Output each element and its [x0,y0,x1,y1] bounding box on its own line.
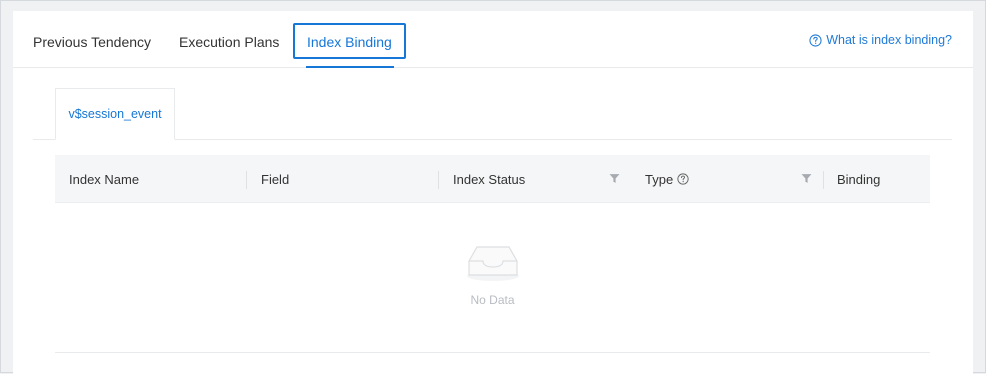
column-label: Index Status [453,171,526,187]
column-label: Field [261,171,290,187]
column-label: Binding [837,171,881,187]
column-header-type[interactable]: Type [631,155,824,203]
column-label: Type [645,171,674,187]
empty-inbox-icon [467,246,519,281]
empty-state: No Data [55,203,930,352]
active-tab-indicator [306,66,394,68]
sub-tab-bar: v$session_event [33,88,952,140]
empty-text: No Data [470,293,515,307]
column-header-binding[interactable]: Binding [823,155,930,203]
column-header-index-name[interactable]: Index Name [55,155,247,203]
help-link-label: What is index binding? [826,33,952,47]
help-link-index-binding[interactable]: What is index binding? [809,33,952,47]
question-icon[interactable] [677,173,689,185]
index-table: Index Name Field Index Status Type Bindi… [55,155,930,353]
window-frame: Previous Tendency Execution Plans Index … [0,0,986,374]
subtab-session-event[interactable]: v$session_event [55,88,175,140]
panel-card: Previous Tendency Execution Plans Index … [13,11,973,374]
top-tab-bar: Previous Tendency Execution Plans Index … [13,11,973,68]
tab-previous-tendency[interactable]: Previous Tendency [33,33,151,51]
tab-execution-plans[interactable]: Execution Plans [179,33,279,51]
filter-icon[interactable] [801,173,812,184]
table-header: Index Name Field Index Status Type Bindi… [55,155,930,203]
column-header-index-status[interactable]: Index Status [439,155,631,203]
column-label: Index Name [69,171,140,187]
column-header-field[interactable]: Field [247,155,439,203]
help-circle-icon [809,33,822,47]
filter-icon[interactable] [609,173,620,184]
tab-index-binding[interactable]: Index Binding [293,23,406,59]
